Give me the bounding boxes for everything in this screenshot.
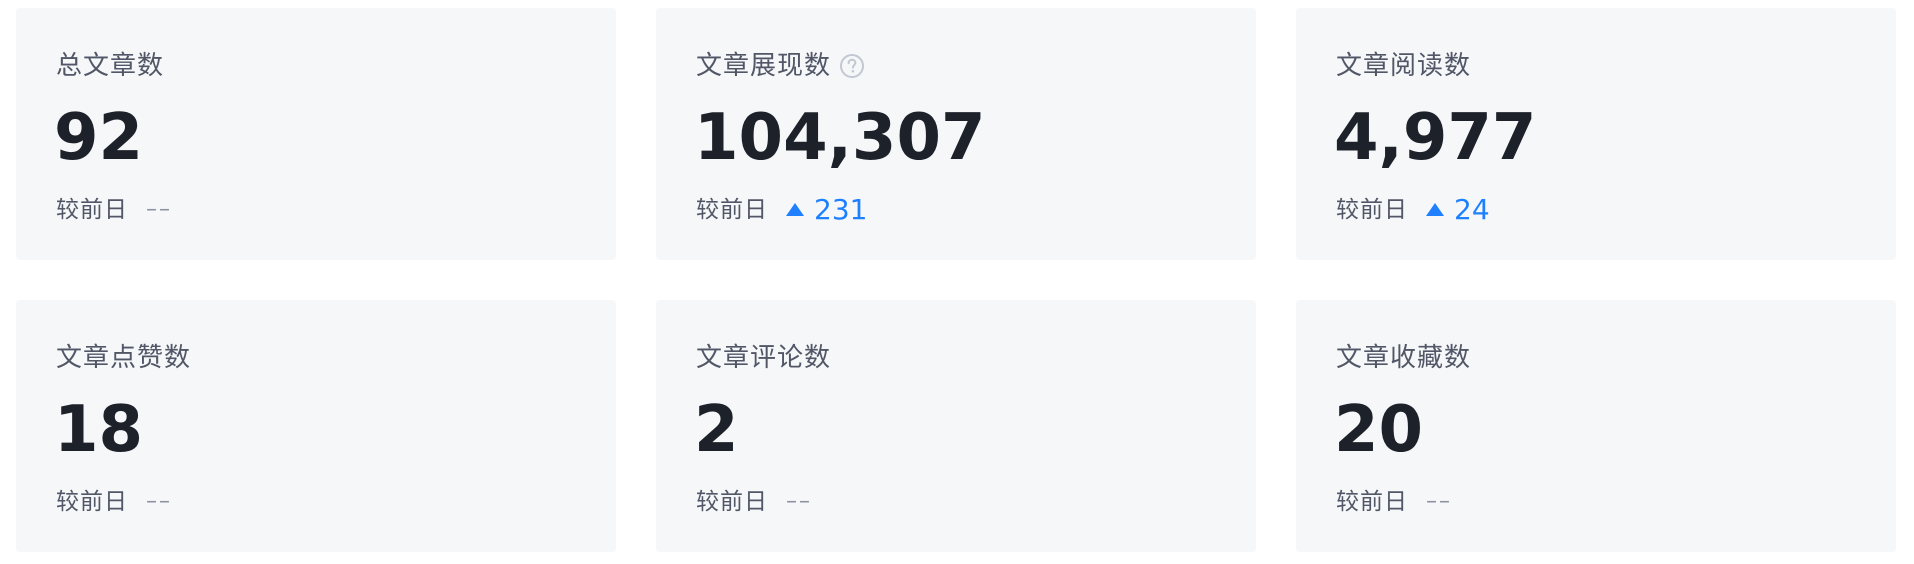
compare-label: 较前日	[696, 489, 768, 515]
stat-value: 2	[694, 393, 739, 467]
stats-grid: 总文章数 92 较前日 –– 文章展现数 104,307 较前日 231 文章阅…	[0, 0, 1914, 564]
stat-label-row: 文章点赞数	[56, 338, 191, 378]
compare-label: 较前日	[56, 197, 128, 223]
stat-compare-row: 较前日 ––	[1336, 482, 1452, 522]
stat-card-article-impressions: 文章展现数 104,307 较前日 231	[656, 8, 1256, 260]
compare-empty: ––	[786, 489, 812, 514]
stat-value: 20	[1334, 393, 1424, 467]
stat-compare-row: 较前日 231	[696, 190, 867, 230]
triangle-up-icon	[1426, 202, 1444, 216]
stat-value: 104,307	[694, 101, 986, 175]
stat-label: 文章展现数	[696, 51, 832, 81]
stat-label: 文章点赞数	[56, 343, 192, 373]
stat-compare-row: 较前日 ––	[696, 482, 812, 522]
stat-card-total-articles: 总文章数 92 较前日 ––	[16, 8, 616, 260]
question-circle-icon[interactable]	[839, 53, 865, 79]
delta-value: 231	[814, 193, 868, 226]
stat-label-row: 总文章数	[56, 46, 164, 86]
stat-card-article-favorites: 文章收藏数 20 较前日 ––	[1296, 300, 1896, 552]
stat-card-article-likes: 文章点赞数 18 较前日 ––	[16, 300, 616, 552]
compare-empty: ––	[146, 489, 172, 514]
delta-value: 24	[1454, 193, 1490, 226]
compare-up: 24	[1426, 190, 1490, 230]
stat-label-row: 文章评论数	[696, 338, 831, 378]
stat-card-article-reads: 文章阅读数 4,977 较前日 24	[1296, 8, 1896, 260]
stat-value: 18	[54, 393, 144, 467]
stat-label-row: 文章阅读数	[1336, 46, 1471, 86]
compare-label: 较前日	[56, 489, 128, 515]
stat-compare-row: 较前日 ––	[56, 482, 172, 522]
compare-label: 较前日	[1336, 489, 1408, 515]
triangle-up-icon	[786, 202, 804, 216]
compare-empty: ––	[1426, 489, 1452, 514]
stat-value: 4,977	[1334, 101, 1537, 175]
stat-label: 总文章数	[56, 51, 165, 81]
stat-compare-row: 较前日 24	[1336, 190, 1490, 230]
stat-label: 文章阅读数	[1336, 51, 1472, 81]
compare-up: 231	[786, 190, 867, 230]
stat-compare-row: 较前日 ––	[56, 190, 172, 230]
stat-label-row: 文章收藏数	[1336, 338, 1471, 378]
stat-card-article-comments: 文章评论数 2 较前日 ––	[656, 300, 1256, 552]
compare-empty: ––	[146, 197, 172, 222]
compare-label: 较前日	[696, 197, 768, 223]
compare-label: 较前日	[1336, 197, 1408, 223]
stat-label: 文章收藏数	[1336, 343, 1472, 373]
stat-label: 文章评论数	[696, 343, 832, 373]
stat-label-row: 文章展现数	[696, 46, 865, 86]
stat-value: 92	[54, 101, 144, 175]
